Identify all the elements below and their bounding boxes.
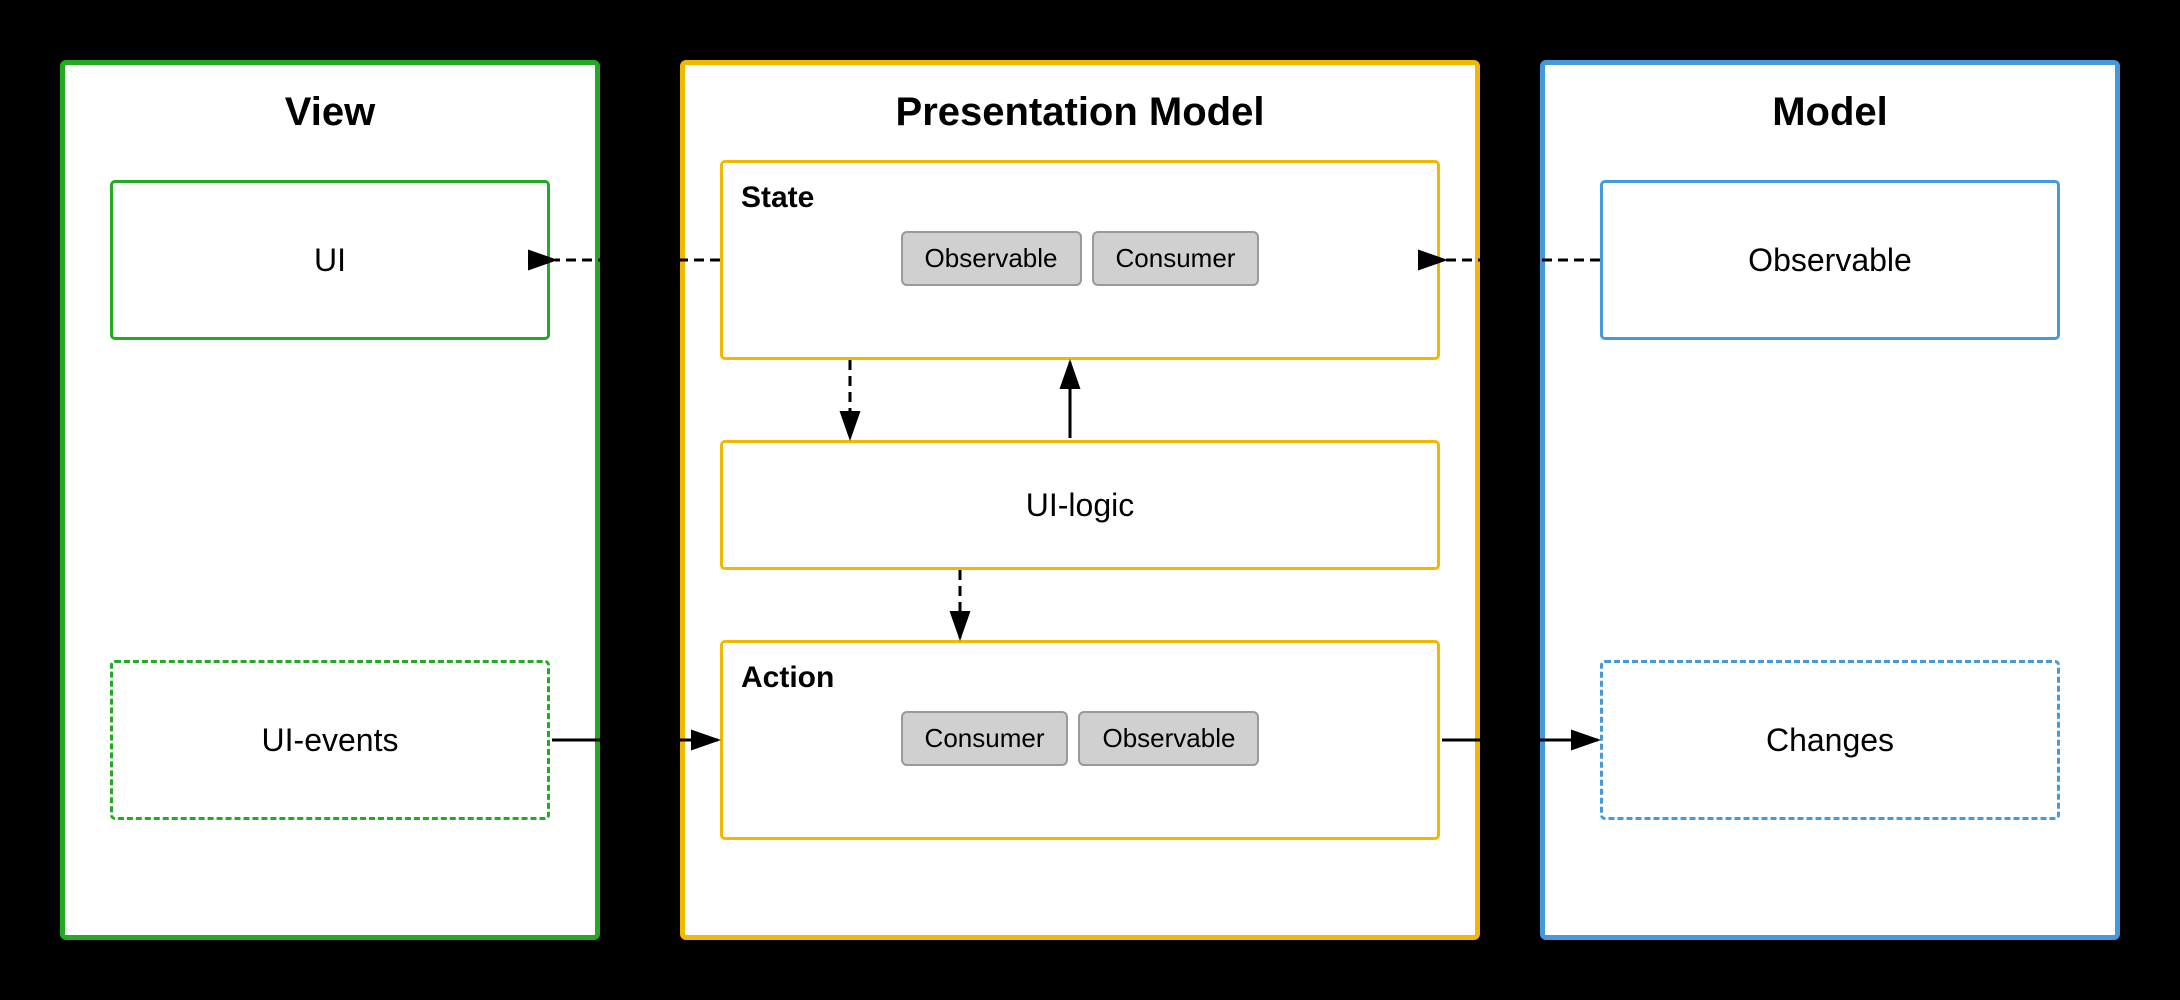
state-observable-chip: Observable (901, 231, 1082, 286)
action-chip-row: Consumer Observable (741, 711, 1419, 766)
ui-events-box: UI-events (110, 660, 550, 820)
ui-box-label: UI (314, 242, 346, 279)
pm-state-box: State Observable Consumer (720, 160, 1440, 360)
model-changes-label: Changes (1766, 722, 1894, 759)
model-observable-box: Observable (1600, 180, 2060, 340)
pm-state-title: State (741, 181, 1419, 215)
model-changes-box: Changes (1600, 660, 2060, 820)
model-title: Model (1540, 90, 2120, 135)
pm-ui-logic-label: UI-logic (1026, 487, 1134, 524)
pm-action-title: Action (741, 661, 1419, 695)
pm-title: Presentation Model (680, 90, 1480, 135)
ui-box: UI (110, 180, 550, 340)
view-title: View (60, 90, 600, 135)
action-consumer-chip: Consumer (901, 711, 1069, 766)
ui-events-box-label: UI-events (262, 722, 399, 759)
model-observable-label: Observable (1748, 242, 1912, 279)
state-consumer-chip: Consumer (1092, 231, 1260, 286)
pm-action-box: Action Consumer Observable (720, 640, 1440, 840)
state-chip-row: Observable Consumer (741, 231, 1419, 286)
action-observable-chip: Observable (1078, 711, 1259, 766)
diagram-container: View Presentation Model Model UI UI-even… (60, 60, 2120, 940)
pm-ui-logic-box: UI-logic (720, 440, 1440, 570)
